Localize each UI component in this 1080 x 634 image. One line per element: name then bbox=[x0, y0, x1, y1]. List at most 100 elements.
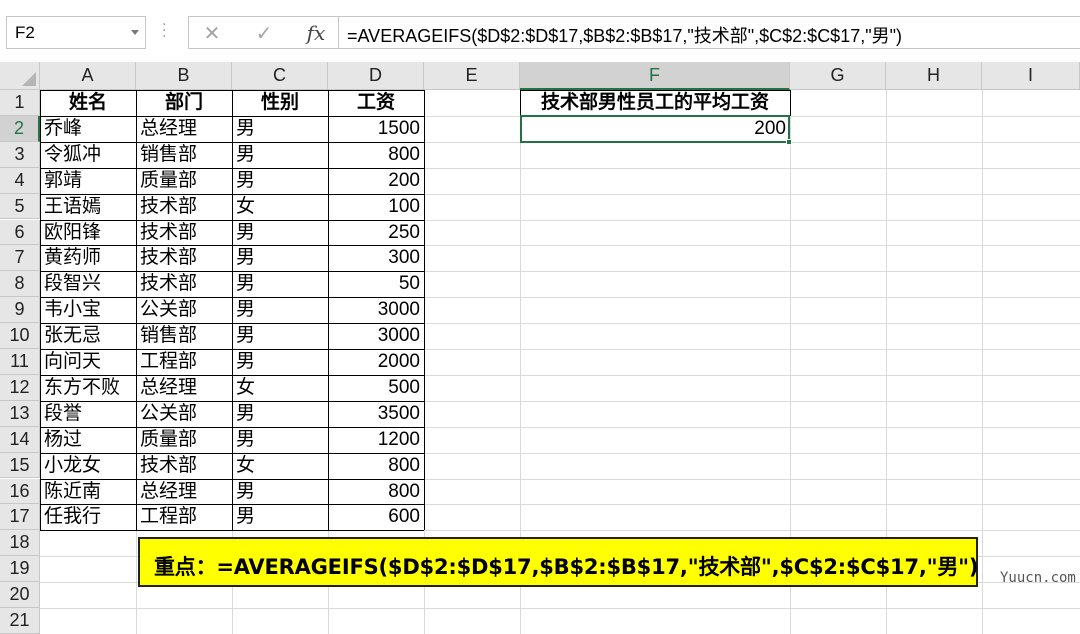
table-cell[interactable]: 销售部 bbox=[136, 323, 232, 349]
table-cell[interactable]: 杨过 bbox=[40, 427, 136, 453]
table-header-cell[interactable]: 工资 bbox=[328, 90, 424, 116]
column-header-b[interactable]: B bbox=[136, 62, 232, 90]
row-header-2[interactable]: 2 bbox=[0, 115, 40, 142]
column-header-h[interactable]: H bbox=[886, 62, 982, 90]
table-cell[interactable]: 东方不败 bbox=[40, 375, 136, 401]
table-cell[interactable]: 总经理 bbox=[136, 479, 232, 505]
table-cell[interactable]: 黄药师 bbox=[40, 245, 136, 271]
salary-cell[interactable]: 50 bbox=[328, 271, 424, 297]
table-cell[interactable]: 男 bbox=[232, 504, 328, 530]
table-cell[interactable]: 男 bbox=[232, 142, 328, 168]
table-cell[interactable]: 质量部 bbox=[136, 168, 232, 194]
salary-cell[interactable]: 300 bbox=[328, 245, 424, 271]
spreadsheet-grid[interactable]: ABCDEFGHI 1 2 3 4 5 6 7 8 9 10 11 12 13 14 15 16 17 18 19 2… bbox=[0, 62, 1080, 634]
column-header-c[interactable]: C bbox=[232, 62, 328, 90]
enter-icon[interactable]: ✓ bbox=[249, 20, 279, 46]
table-cell[interactable]: 张无忌 bbox=[40, 323, 136, 349]
salary-cell[interactable]: 3000 bbox=[328, 323, 424, 349]
table-cell[interactable]: 男 bbox=[232, 116, 328, 142]
row-header-12[interactable]: 12 bbox=[0, 374, 40, 401]
table-cell[interactable]: 男 bbox=[232, 401, 328, 427]
table-cell[interactable]: 技术部 bbox=[136, 194, 232, 220]
table-cell[interactable]: 男 bbox=[232, 349, 328, 375]
row-header-7[interactable]: 7 bbox=[0, 245, 40, 272]
table-cell[interactable]: 公关部 bbox=[136, 297, 232, 323]
table-cell[interactable]: 技术部 bbox=[136, 245, 232, 271]
table-cell[interactable]: 男 bbox=[232, 168, 328, 194]
table-cell[interactable]: 女 bbox=[232, 375, 328, 401]
table-cell[interactable]: 令狐冲 bbox=[40, 142, 136, 168]
row-header-9[interactable]: 9 bbox=[0, 297, 40, 324]
selected-cell-F2[interactable] bbox=[520, 115, 790, 143]
row-header-17[interactable]: 17 bbox=[0, 504, 40, 531]
row-header-1[interactable]: 1 bbox=[0, 90, 40, 116]
table-cell[interactable]: 男 bbox=[232, 271, 328, 297]
cancel-icon[interactable]: ✕ bbox=[197, 20, 227, 46]
salary-cell[interactable]: 250 bbox=[328, 220, 424, 246]
row-header-5[interactable]: 5 bbox=[0, 193, 40, 220]
table-cell[interactable]: 总经理 bbox=[136, 375, 232, 401]
table-cell[interactable]: 任我行 bbox=[40, 504, 136, 530]
table-header-cell[interactable]: 性别 bbox=[232, 90, 328, 116]
row-header-14[interactable]: 14 bbox=[0, 426, 40, 453]
table-cell[interactable]: 男 bbox=[232, 479, 328, 505]
table-cell[interactable]: 销售部 bbox=[136, 142, 232, 168]
table-cell[interactable]: 段智兴 bbox=[40, 271, 136, 297]
row-header-11[interactable]: 11 bbox=[0, 349, 40, 375]
column-header-a[interactable]: A bbox=[40, 62, 136, 90]
row-header-20[interactable]: 20 bbox=[0, 582, 40, 608]
chevron-down-icon[interactable] bbox=[131, 30, 139, 35]
table-cell[interactable]: 郭靖 bbox=[40, 168, 136, 194]
fill-handle[interactable] bbox=[786, 139, 792, 145]
column-header-g[interactable]: G bbox=[790, 62, 886, 90]
table-cell[interactable]: 小龙女 bbox=[40, 453, 136, 479]
salary-cell[interactable]: 800 bbox=[328, 479, 424, 505]
table-cell[interactable]: 乔峰 bbox=[40, 116, 136, 142]
table-cell[interactable]: 女 bbox=[232, 194, 328, 220]
select-all-button[interactable] bbox=[0, 62, 40, 90]
table-cell[interactable]: 男 bbox=[232, 297, 328, 323]
table-cell[interactable]: 男 bbox=[232, 427, 328, 453]
row-header-10[interactable]: 10 bbox=[0, 323, 40, 349]
row-header-8[interactable]: 8 bbox=[0, 271, 40, 298]
table-cell[interactable]: 技术部 bbox=[136, 271, 232, 297]
column-header-e[interactable]: E bbox=[424, 62, 520, 90]
table-cell[interactable]: 工程部 bbox=[136, 504, 232, 530]
table-cell[interactable]: 工程部 bbox=[136, 349, 232, 375]
salary-cell[interactable]: 3500 bbox=[328, 401, 424, 427]
table-cell[interactable]: 陈近南 bbox=[40, 479, 136, 505]
row-header-16[interactable]: 16 bbox=[0, 478, 40, 505]
salary-cell[interactable]: 800 bbox=[328, 453, 424, 479]
salary-cell[interactable]: 500 bbox=[328, 375, 424, 401]
salary-cell[interactable]: 100 bbox=[328, 194, 424, 220]
drag-handle-icon[interactable]: · · · bbox=[162, 18, 168, 44]
row-header-13[interactable]: 13 bbox=[0, 400, 40, 427]
salary-cell[interactable]: 2000 bbox=[328, 349, 424, 375]
table-cell[interactable]: 质量部 bbox=[136, 427, 232, 453]
table-header-cell[interactable]: 姓名 bbox=[40, 90, 136, 116]
name-box[interactable]: F2 bbox=[6, 16, 146, 49]
table-cell[interactable]: 技术部 bbox=[136, 220, 232, 246]
table-cell[interactable]: 公关部 bbox=[136, 401, 232, 427]
table-cell[interactable]: 男 bbox=[232, 323, 328, 349]
table-cell[interactable]: 男 bbox=[232, 220, 328, 246]
salary-cell[interactable]: 1200 bbox=[328, 427, 424, 453]
insert-function-button[interactable]: fx bbox=[301, 20, 331, 46]
table-cell[interactable]: 技术部 bbox=[136, 453, 232, 479]
salary-cell[interactable]: 1500 bbox=[328, 116, 424, 142]
salary-cell[interactable]: 600 bbox=[328, 504, 424, 530]
row-header-3[interactable]: 3 bbox=[0, 141, 40, 168]
result-header-cell[interactable]: 技术部男性员工的平均工资 bbox=[520, 90, 790, 116]
table-cell[interactable]: 段誉 bbox=[40, 401, 136, 427]
column-header-d[interactable]: D bbox=[328, 62, 424, 90]
column-header-i[interactable]: I bbox=[982, 62, 1080, 90]
salary-cell[interactable]: 800 bbox=[328, 142, 424, 168]
table-header-cell[interactable]: 部门 bbox=[136, 90, 232, 116]
row-header-4[interactable]: 4 bbox=[0, 167, 40, 194]
row-header-19[interactable]: 19 bbox=[0, 556, 40, 583]
table-cell[interactable]: 韦小宝 bbox=[40, 297, 136, 323]
formula-input[interactable]: =AVERAGEIFS($D$2:$D$17,$B$2:$B$17,"技术部",… bbox=[338, 16, 1080, 49]
table-cell[interactable]: 欧阳锋 bbox=[40, 220, 136, 246]
row-header-6[interactable]: 6 bbox=[0, 219, 40, 246]
salary-cell[interactable]: 3000 bbox=[328, 297, 424, 323]
